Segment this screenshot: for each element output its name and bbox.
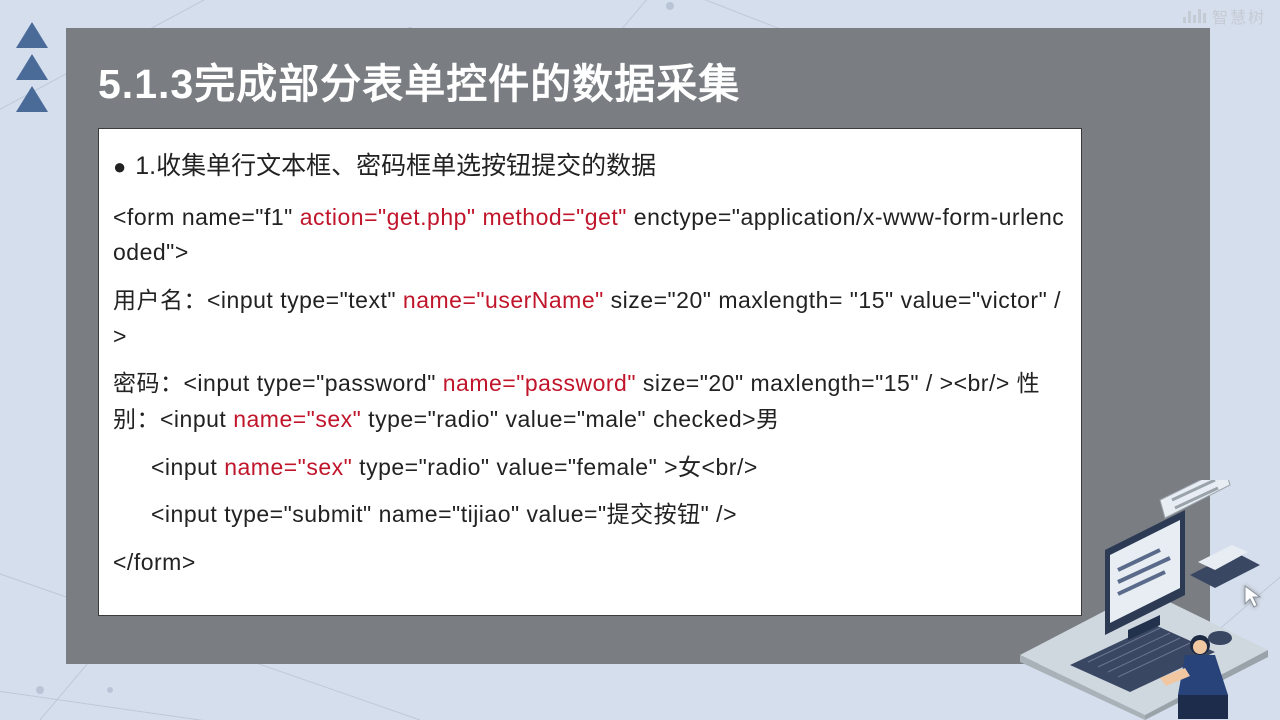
watermark: 智慧树 — [1183, 4, 1266, 28]
content-box: ● 1.收集单行文本框、密码框单选按钮提交的数据 <form name="f1"… — [98, 128, 1082, 616]
code-line-submit: <input type="submit" name="tijiao" value… — [113, 497, 1067, 533]
slide-frame: 5.1.3完成部分表单控件的数据采集 ● 1.收集单行文本框、密码框单选按钮提交… — [66, 28, 1210, 664]
up-arrow-icon — [16, 54, 48, 80]
cursor-icon — [1242, 584, 1268, 610]
up-arrow-icon — [16, 86, 48, 112]
up-arrow-icon — [16, 22, 48, 48]
code-line-username: 用户名：<input type="text" name="userName" s… — [113, 283, 1067, 354]
bullet-icon: ● — [113, 154, 126, 179]
code-line-password-sex: 密码：<input type="password" name="password… — [113, 366, 1067, 437]
decorative-arrows — [16, 22, 48, 118]
code-line-sex-female: <input name="sex" type="radio" value="fe… — [113, 450, 1067, 486]
section-heading: ● 1.收集单行文本框、密码框单选按钮提交的数据 — [113, 147, 1067, 186]
slide-title: 5.1.3完成部分表单控件的数据采集 — [98, 50, 1190, 110]
watermark-bars-icon — [1183, 9, 1206, 23]
watermark-text: 智慧树 — [1212, 4, 1266, 28]
code-line-form-close: </form> — [113, 545, 1067, 581]
heading-text: 1.收集单行文本框、密码框单选按钮提交的数据 — [135, 152, 656, 180]
code-line-form-open: <form name="f1" action="get.php" method=… — [113, 200, 1067, 271]
